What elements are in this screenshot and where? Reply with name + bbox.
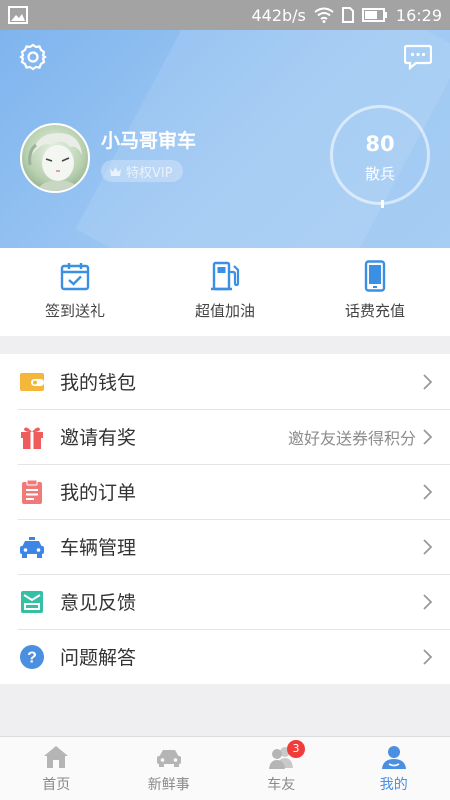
sim-icon — [341, 7, 354, 23]
chevron-right-icon — [423, 648, 432, 665]
username: 小马哥审车 — [101, 130, 197, 152]
menu-item-label: 车辆管理 — [60, 537, 137, 559]
gallery-notification-icon — [8, 6, 28, 24]
svg-text:?: ? — [27, 649, 37, 666]
feedback-icon — [21, 590, 43, 613]
settings-gear-icon[interactable] — [18, 42, 48, 72]
vip-badge[interactable]: 特权VIP — [101, 160, 183, 182]
rank-value: 80 — [365, 132, 395, 156]
rank-label: 散兵 — [364, 165, 395, 183]
chevron-right-icon — [423, 483, 432, 500]
tab-news[interactable]: 新鲜事 — [113, 737, 226, 800]
battery-icon — [361, 8, 387, 22]
quick-action-checkin[interactable]: 签到送礼 — [0, 248, 150, 336]
menu-item-invite[interactable]: 邀请有奖 邀好友送券得积分 — [0, 409, 450, 464]
menu-list: 我的钱包 邀请有奖 邀好友送券得积分 我的订单 车辆管理 意见反馈 ? 问题解答 — [0, 354, 450, 684]
clipboard-icon — [22, 479, 42, 504]
question-icon: ? — [20, 644, 44, 669]
quick-action-label: 签到送礼 — [44, 302, 105, 320]
profile-header: 小马哥审车 特权VIP 80 散兵 — [0, 30, 450, 248]
tab-profile[interactable]: 我的 — [338, 737, 450, 800]
quick-action-topup[interactable]: 话费充值 — [300, 248, 450, 336]
quick-action-fuel[interactable]: 超值加油 — [150, 248, 300, 336]
chevron-right-icon — [423, 373, 432, 390]
menu-item-feedback[interactable]: 意见反馈 — [0, 574, 450, 629]
calendar-check-icon — [60, 263, 90, 291]
chevron-right-icon — [423, 538, 432, 555]
avatar[interactable] — [20, 123, 90, 193]
chevron-right-icon — [423, 428, 432, 445]
clock: 16:29 — [395, 5, 442, 25]
quick-action-label: 话费充值 — [344, 302, 405, 320]
vip-label: 特权VIP — [126, 165, 173, 181]
menu-item-label: 意见反馈 — [60, 592, 137, 614]
bottom-tab-bar: 首页 新鲜事 车友 3 我的 — [0, 736, 450, 800]
quick-actions: 签到送礼 超值加油 话费充值 — [0, 248, 450, 336]
menu-item-wallet[interactable]: 我的钱包 — [0, 354, 450, 409]
phone-icon — [364, 260, 386, 292]
menu-item-label: 我的钱包 — [60, 372, 137, 394]
menu-item-label: 问题解答 — [60, 647, 137, 669]
tab-label: 新鲜事 — [147, 777, 190, 793]
chevron-right-icon — [423, 593, 432, 610]
car-icon — [20, 536, 44, 558]
car-outline-icon — [156, 750, 181, 767]
menu-item-label: 我的订单 — [60, 482, 137, 504]
gift-icon — [21, 427, 43, 449]
tab-label: 我的 — [379, 777, 408, 793]
fuel-pump-icon — [211, 261, 240, 291]
tab-label: 车友 — [267, 777, 296, 793]
notification-badge: 3 — [287, 740, 305, 758]
message-icon[interactable] — [404, 44, 432, 70]
tab-label: 首页 — [42, 777, 71, 793]
wallet-icon — [20, 372, 44, 391]
menu-item-faq[interactable]: ? 问题解答 — [0, 629, 450, 684]
status-bar: 442b/s 16:29 — [0, 0, 450, 30]
home-icon — [44, 746, 69, 768]
network-speed: 442b/s — [251, 5, 306, 25]
menu-item-vehicles[interactable]: 车辆管理 — [0, 519, 450, 574]
menu-item-orders[interactable]: 我的订单 — [0, 464, 450, 519]
wifi-icon — [314, 7, 334, 23]
avatar-illustration — [28, 133, 82, 191]
profile-icon — [381, 746, 406, 769]
quick-action-label: 超值加油 — [194, 302, 255, 320]
menu-item-label: 邀请有奖 — [60, 427, 137, 449]
tab-friends[interactable]: 车友 3 — [225, 737, 338, 800]
crown-icon — [110, 166, 121, 176]
menu-item-hint: 邀好友送券得积分 — [287, 428, 416, 448]
tab-home[interactable]: 首页 — [0, 737, 113, 800]
rank-ring-marker — [381, 200, 384, 208]
